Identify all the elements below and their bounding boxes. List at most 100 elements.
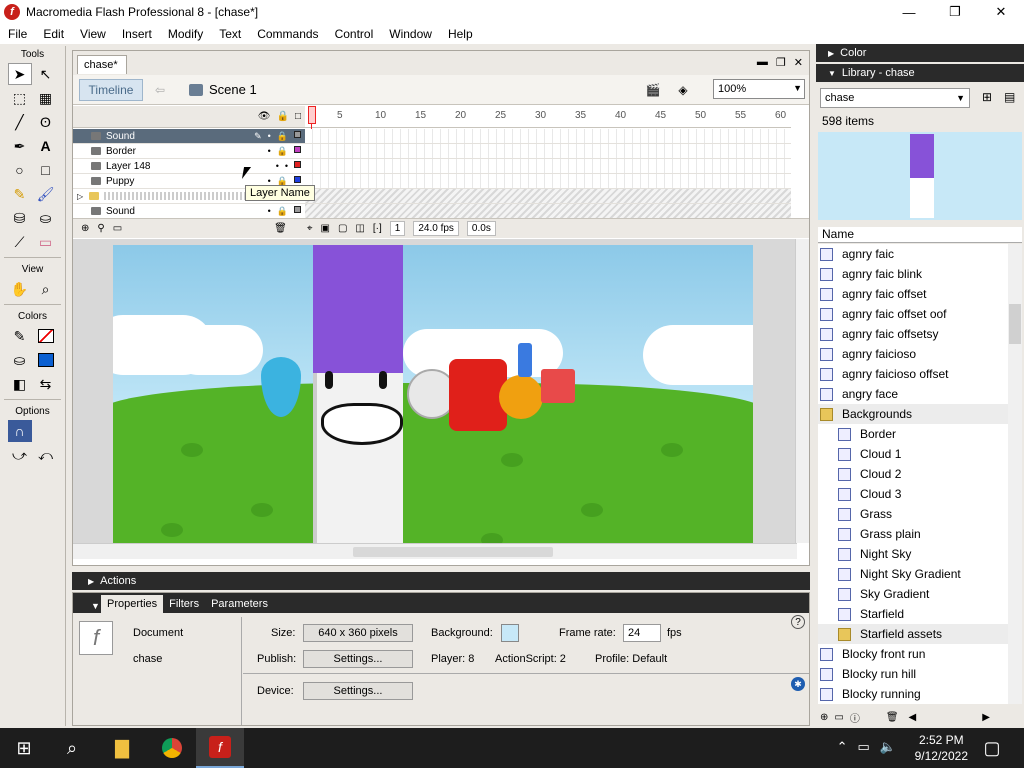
lock-all-icon[interactable]: 🔒 [277,111,289,122]
close-button[interactable]: ✕ [978,0,1024,24]
scroll-left-icon[interactable]: ◀ [909,712,917,723]
delete-icon[interactable]: 🗑 [886,712,899,723]
smooth-icon[interactable]: ⤻ [8,444,32,466]
library-item[interactable]: Grass plain [818,524,1008,544]
minimize-button[interactable]: — [886,0,932,24]
library-item[interactable]: Cloud 1 [818,444,1008,464]
flash-taskbar-icon[interactable]: f [196,728,244,768]
timeline-toggle-button[interactable]: Timeline [79,78,143,101]
library-item[interactable]: Blocky running [818,684,1008,704]
library-select[interactable]: chase ▼ [820,88,970,108]
back-arrow-icon[interactable]: ⇦ [149,79,171,101]
menu-control[interactable]: Control [327,27,382,41]
help-icon[interactable]: ? [791,615,805,629]
library-scrollbar[interactable] [1008,244,1022,704]
menu-file[interactable]: File [0,27,35,41]
library-folder-item[interactable]: Backgrounds [818,404,1008,424]
library-panel-header[interactable]: ▼ Library - chase [816,64,1024,82]
library-item[interactable]: agnry faic offset oof [818,304,1008,324]
modify-markers-icon[interactable]: [·] [373,223,382,234]
gradient-transform-tool-icon[interactable]: ▦ [34,87,58,109]
free-transform-tool-icon[interactable]: ⬚ [8,87,32,109]
menu-text[interactable]: Text [211,27,249,41]
library-item[interactable]: Blocky run hill [818,664,1008,684]
fill-color-icon[interactable]: ⛀ [8,349,32,371]
scroll-right-icon[interactable]: ▶ [982,712,990,723]
layer-row[interactable]: Layer 148 • • [73,159,305,174]
stage-area[interactable] [73,239,797,543]
frame-row[interactable] [305,159,791,174]
stage-canvas[interactable] [113,245,753,543]
network-icon[interactable]: ▭ [858,739,870,755]
library-item[interactable]: Night Sky [818,544,1008,564]
volume-icon[interactable]: 🔈 [880,739,896,755]
device-settings-button[interactable]: Settings... [303,682,413,700]
brush-tool-icon[interactable]: 🖌 [34,183,58,205]
color-panel-header[interactable]: ▶ Color [816,44,1024,62]
menu-help[interactable]: Help [440,27,481,41]
tab-parameters[interactable]: Parameters [205,595,274,613]
frame-row[interactable] [305,144,791,159]
edit-scene-icon[interactable]: 🎬 [643,81,663,99]
frame-rate-input[interactable]: 24 [623,624,661,642]
library-folder-item[interactable]: Starfield assets [818,624,1008,644]
edit-symbols-icon[interactable]: ◈ [673,81,693,99]
frame-row[interactable] [305,189,791,204]
center-frame-icon[interactable]: ⌖ [307,223,313,234]
swap-colors-icon[interactable]: ⇆ [34,373,58,395]
stroke-color-swatch[interactable] [34,325,58,347]
expand-arrow-icon[interactable]: ▷ [77,192,83,201]
library-item[interactable]: agnry faic offset [818,284,1008,304]
publish-settings-button[interactable]: Settings... [303,650,413,668]
chrome-icon[interactable] [148,728,196,768]
straighten-icon[interactable]: ⤺ [34,444,58,466]
scene-breadcrumb[interactable]: Scene 1 [189,82,257,97]
add-guide-icon[interactable]: ⚲ [97,223,104,234]
eyedropper-tool-icon[interactable]: ⟋ [8,231,32,253]
library-item[interactable]: Night Sky Gradient [818,564,1008,584]
subselection-tool-icon[interactable]: ↖ [34,63,58,85]
frame-ruler[interactable]: 5 10 15 20 25 30 35 40 45 50 55 60 [305,106,791,128]
delete-layer-icon[interactable]: 🗑 [274,223,287,234]
file-explorer-icon[interactable]: ▇ [98,728,146,768]
text-tool-icon[interactable]: A [34,135,58,157]
ink-bottle-tool-icon[interactable]: ⛁ [8,207,32,229]
library-item[interactable]: Border [818,424,1008,444]
menu-window[interactable]: Window [381,27,440,41]
edit-multiple-icon[interactable]: ◫ [355,223,364,234]
layer-row[interactable]: Border • 🔒 [73,144,305,159]
playhead[interactable] [308,106,316,124]
library-item[interactable]: agnry faicioso [818,344,1008,364]
library-item[interactable]: agnry faic offsetsy [818,324,1008,344]
library-item[interactable]: Grass [818,504,1008,524]
black-white-icon[interactable]: ◧ [8,373,32,395]
actions-panel-header[interactable]: ▶ Actions [72,572,810,590]
library-item[interactable]: agnry faic [818,244,1008,264]
outline-all-icon[interactable]: □ [295,111,301,122]
library-item[interactable]: Blocky front run [818,644,1008,664]
eraser-tool-icon[interactable]: ▭ [34,231,58,253]
new-library-icon[interactable]: ▤ [1004,90,1015,104]
new-folder-icon[interactable]: ▭ [834,712,843,723]
library-item[interactable]: Starfield [818,604,1008,624]
hand-tool-icon[interactable]: ✋ [8,278,32,300]
clock[interactable]: 2:52 PM 9/12/2022 [915,732,968,764]
pin-library-icon[interactable]: ⊞ [982,90,992,104]
start-windows-icon[interactable]: ⊞ [0,728,48,768]
stroke-color-icon[interactable]: ✎ [8,325,32,347]
zoom-select[interactable]: 100% ▼ [713,79,805,99]
menu-insert[interactable]: Insert [114,27,160,41]
library-item[interactable]: agnry faicioso offset [818,364,1008,384]
search-icon[interactable]: ⌕ [48,728,96,768]
menu-commands[interactable]: Commands [249,27,326,41]
add-layer-icon[interactable]: ⊕ [81,223,89,234]
layer-row[interactable]: Sound • 🔒 [73,204,305,219]
new-symbol-icon[interactable]: ⊕ [820,712,828,723]
show-hide-eye-icon[interactable]: 👁 [258,111,271,122]
doc-close-icon[interactable]: ✕ [794,56,803,69]
library-column-name[interactable]: Name [818,227,1022,243]
tab-properties[interactable]: Properties [101,595,164,613]
library-item[interactable]: Cloud 3 [818,484,1008,504]
accessibility-icon[interactable]: ✱ [791,677,805,691]
snap-magnet-icon[interactable]: ∩ [7,420,32,442]
